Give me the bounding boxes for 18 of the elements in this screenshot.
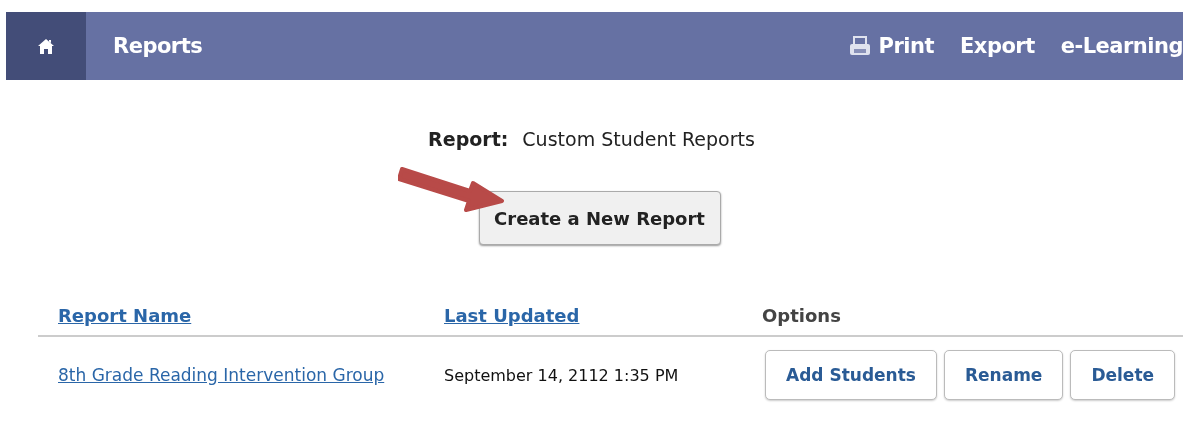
- column-header: Options: [762, 304, 841, 326]
- report-name: Custom Student Reports: [522, 128, 755, 150]
- nav-link[interactable]: Export: [960, 34, 1035, 58]
- nav-link[interactable]: e-Learning: [1060, 34, 1183, 58]
- column-header[interactable]: Last Updated: [444, 304, 762, 326]
- report-link[interactable]: 8th Grade Reading Intervention Group: [38, 365, 444, 385]
- home-icon: [37, 37, 55, 55]
- nav-title: Reports: [113, 34, 203, 58]
- table-cell-text: September 14, 2112 1:35 PM: [444, 365, 680, 385]
- home-button[interactable]: [6, 12, 86, 80]
- action-button[interactable]: Rename: [943, 350, 1064, 400]
- nav-link[interactable]: Print: [848, 34, 934, 58]
- action-button[interactable]: Delete: [1070, 350, 1176, 400]
- report-label: Report:: [428, 128, 509, 150]
- column-header[interactable]: Report Name: [38, 304, 444, 326]
- printer-icon: [848, 36, 871, 56]
- action-button[interactable]: Add Students: [765, 350, 937, 400]
- create-report-button[interactable]: Create a New Report: [478, 191, 721, 245]
